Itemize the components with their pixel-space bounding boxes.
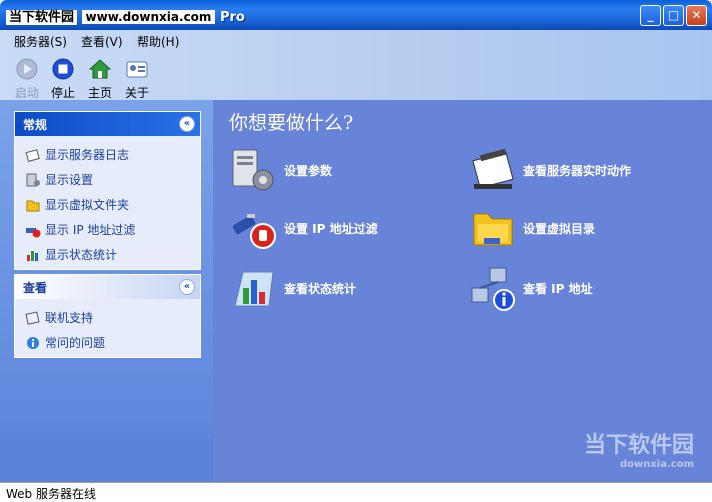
- task-label: 查看状态统计: [284, 281, 357, 296]
- notepad-icon: [472, 148, 514, 189]
- virtual-folder-icon: [473, 213, 513, 246]
- toolbar: 启动 停止 主页 关于: [0, 50, 712, 100]
- link-show-virtual-folder[interactable]: 显示虚拟文件夹: [15, 190, 200, 215]
- support-icon: [25, 310, 40, 325]
- link-show-settings[interactable]: 显示设置: [15, 165, 200, 190]
- group-view-header[interactable]: 查看 «: [15, 275, 200, 299]
- task-pane: 常规 « 显示服务器日志 显示设置 显示虚拟文件夹 显示 IP 地址过滤 显示状…: [0, 100, 213, 438]
- title-bar: 当下软件园 www.downxia.com Pro _ □ ✕: [0, 0, 712, 30]
- stats-icon: [27, 250, 38, 261]
- play-icon: [16, 58, 38, 80]
- stop-button[interactable]: 停止: [45, 58, 81, 101]
- group-general-body: 显示服务器日志 显示设置 显示虚拟文件夹 显示 IP 地址过滤 显示状态统计: [15, 136, 200, 269]
- group-general: 常规 « 显示服务器日志 显示设置 显示虚拟文件夹 显示 IP 地址过滤 显示状…: [14, 111, 201, 270]
- status-bar: Web 服务器在线: [0, 482, 712, 502]
- task-label: 设置虚拟目录: [523, 221, 596, 236]
- task-view-ip[interactable]: 查看 IP 地址: [468, 264, 593, 312]
- link-faq[interactable]: 常问的问题: [15, 328, 200, 353]
- group-general-header[interactable]: 常规 «: [15, 112, 200, 136]
- menu-help[interactable]: 帮助(H): [137, 33, 179, 50]
- about-icon: [126, 61, 148, 78]
- menu-server[interactable]: 服务器(S): [14, 33, 67, 50]
- title-suffix: Pro: [219, 10, 245, 25]
- start-label: 启动: [14, 86, 39, 100]
- ip-filter-icon: [232, 214, 276, 249]
- link-label: 联机支持: [45, 311, 94, 325]
- title-watermark: www.downxia.com: [81, 10, 216, 24]
- start-button[interactable]: 启动: [9, 58, 45, 101]
- watermark-sub: downxia.com: [619, 459, 694, 470]
- task-label: 设置 IP 地址过滤: [284, 221, 378, 236]
- settings-icon: [26, 173, 40, 186]
- link-label: 显示状态统计: [45, 248, 118, 262]
- task-pane-lower: [0, 438, 213, 482]
- collapse-icon[interactable]: «: [179, 116, 195, 132]
- link-label: 显示 IP 地址过滤: [45, 223, 136, 237]
- home-button[interactable]: 主页: [82, 58, 118, 101]
- home-label: 主页: [87, 86, 112, 100]
- faq-icon: [27, 336, 39, 349]
- home-icon: [88, 59, 112, 79]
- task-stats[interactable]: 查看状态统计: [229, 264, 356, 312]
- task-label: 查看服务器实时动作: [523, 163, 632, 178]
- chart-icon: [234, 271, 274, 307]
- collapse-icon[interactable]: «: [179, 279, 195, 295]
- link-label: 显示服务器日志: [45, 148, 130, 162]
- stop-label: 停止: [50, 86, 75, 100]
- group-view-title: 查看: [23, 281, 48, 295]
- task-realtime[interactable]: 查看服务器实时动作: [468, 146, 631, 194]
- task-virtual-dir[interactable]: 设置虚拟目录: [468, 204, 595, 252]
- task-ip-filter[interactable]: 设置 IP 地址过滤: [229, 204, 378, 252]
- about-button[interactable]: 关于: [119, 58, 155, 101]
- link-show-stats[interactable]: 显示状态统计: [15, 240, 200, 265]
- link-label: 显示设置: [45, 173, 94, 187]
- minimize-button[interactable]: _: [640, 5, 661, 26]
- task-label: 查看 IP 地址: [523, 281, 593, 296]
- about-label: 关于: [124, 86, 149, 100]
- title-brand: 当下软件园: [6, 10, 78, 25]
- link-show-server-log[interactable]: 显示服务器日志: [15, 140, 200, 165]
- watermark-text: 当下软件园: [583, 433, 694, 458]
- main-panel: 你想要做什么? 设置参数 查看服务器实时动作 设置 IP 地址过滤 设置虚拟目录…: [213, 100, 712, 482]
- task-settings[interactable]: 设置参数: [229, 146, 332, 194]
- task-label: 设置参数: [284, 163, 333, 178]
- menu-view[interactable]: 查看(V): [81, 33, 123, 50]
- watermark: 当下软件园 downxia.com: [584, 427, 694, 470]
- close-button[interactable]: ✕: [686, 5, 707, 26]
- folder-icon: [26, 200, 40, 211]
- group-view-body: 联机支持 常问的问题: [15, 299, 200, 357]
- filter-icon: [26, 227, 41, 237]
- group-view: 查看 « 联机支持 常问的问题: [14, 274, 201, 358]
- network-info-icon: [471, 267, 515, 311]
- main-heading: 你想要做什么?: [229, 112, 354, 134]
- link-online-support[interactable]: 联机支持: [15, 303, 200, 328]
- window-title: 当下软件园 www.downxia.com Pro: [6, 6, 245, 25]
- group-general-title: 常规: [23, 118, 48, 132]
- maximize-button[interactable]: □: [663, 5, 684, 26]
- link-label: 常问的问题: [45, 336, 106, 350]
- stop-icon: [52, 58, 74, 80]
- menu-bar: 服务器(S) 查看(V) 帮助(H): [0, 30, 712, 50]
- status-text: Web 服务器在线: [6, 487, 96, 501]
- link-label: 显示虚拟文件夹: [45, 198, 130, 212]
- server-settings-icon: [232, 149, 274, 191]
- link-show-ip-filter[interactable]: 显示 IP 地址过滤: [15, 215, 200, 240]
- log-icon: [25, 148, 40, 162]
